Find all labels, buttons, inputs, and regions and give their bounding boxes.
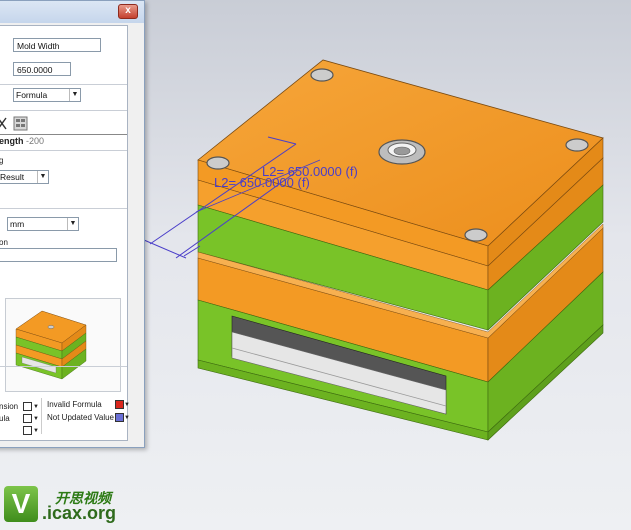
unit-select[interactable]: mm ▼ — [7, 217, 79, 231]
legend-formula-label: ula — [0, 414, 10, 423]
legend-swatch-invalid-formula[interactable] — [115, 400, 124, 409]
on-label: on — [0, 238, 8, 247]
chevron-down-icon[interactable]: ▼ — [33, 416, 39, 422]
mold-thumbnail — [15, 310, 87, 380]
calculator-icon[interactable] — [13, 116, 29, 132]
guide-hole-back-right[interactable] — [565, 138, 589, 152]
chevron-down-icon: ▼ — [37, 171, 48, 183]
close-button[interactable]: x — [118, 4, 138, 19]
legend-not-updated-label: Not Updated Value — [47, 413, 115, 422]
chevron-down-icon[interactable]: ▼ — [33, 404, 39, 410]
cancel-formula-icon[interactable] — [0, 116, 9, 132]
chevron-down-icon: ▼ — [69, 89, 80, 101]
legend-divider — [41, 398, 42, 434]
chevron-down-icon[interactable]: ▼ — [33, 428, 39, 434]
watermark-en-text: .icax.org — [42, 503, 117, 523]
guide-hole-back-left[interactable] — [310, 68, 334, 82]
length-value: -200 — [26, 136, 45, 146]
legend-swatch-extra[interactable] — [23, 426, 32, 435]
divider — [0, 208, 127, 209]
parameter-dialog: x Mold Width 650.0000 Formula ▼ ength -2… — [0, 0, 145, 448]
description-field[interactable] — [0, 248, 117, 262]
guide-hole-front-right[interactable] — [464, 228, 488, 242]
section-label: g — [0, 156, 4, 165]
chevron-down-icon: ▼ — [67, 218, 78, 230]
mold-preview — [5, 298, 121, 392]
length-label-text: ength — [0, 136, 24, 146]
divider — [0, 150, 127, 151]
type-select[interactable]: Formula ▼ — [13, 88, 81, 102]
site-logo: V — [4, 486, 38, 522]
unit-select-value: mm — [10, 219, 25, 229]
parameter-value-field[interactable]: 650.0000 — [13, 62, 71, 76]
dialog-panel: Mold Width 650.0000 Formula ▼ ength -200… — [0, 25, 130, 441]
divider — [0, 134, 127, 135]
legend-invalid-formula-label: Invalid Formula — [47, 400, 102, 409]
result-select[interactable]: Result ▼ — [0, 170, 49, 184]
legend-swatch-formula[interactable] — [23, 414, 32, 423]
result-select-value: Result — [0, 172, 25, 182]
legend-swatch-dimension[interactable] — [23, 402, 32, 411]
guide-hole-front-left[interactable] — [206, 156, 230, 170]
length-label: ength -200 — [0, 136, 44, 146]
chevron-down-icon[interactable]: ▼ — [124, 415, 130, 421]
divider — [0, 366, 127, 367]
divider — [0, 84, 127, 85]
divider — [0, 110, 127, 111]
parameter-name-field[interactable]: Mold Width — [13, 38, 101, 52]
type-select-value: Formula — [16, 90, 48, 100]
legend-swatch-not-updated[interactable] — [115, 413, 124, 422]
legend-dimension-label: nsion — [0, 402, 19, 411]
dimension-label-2[interactable]: L2= 650.0000 (f) — [214, 175, 310, 190]
chevron-down-icon[interactable]: ▼ — [124, 402, 130, 408]
